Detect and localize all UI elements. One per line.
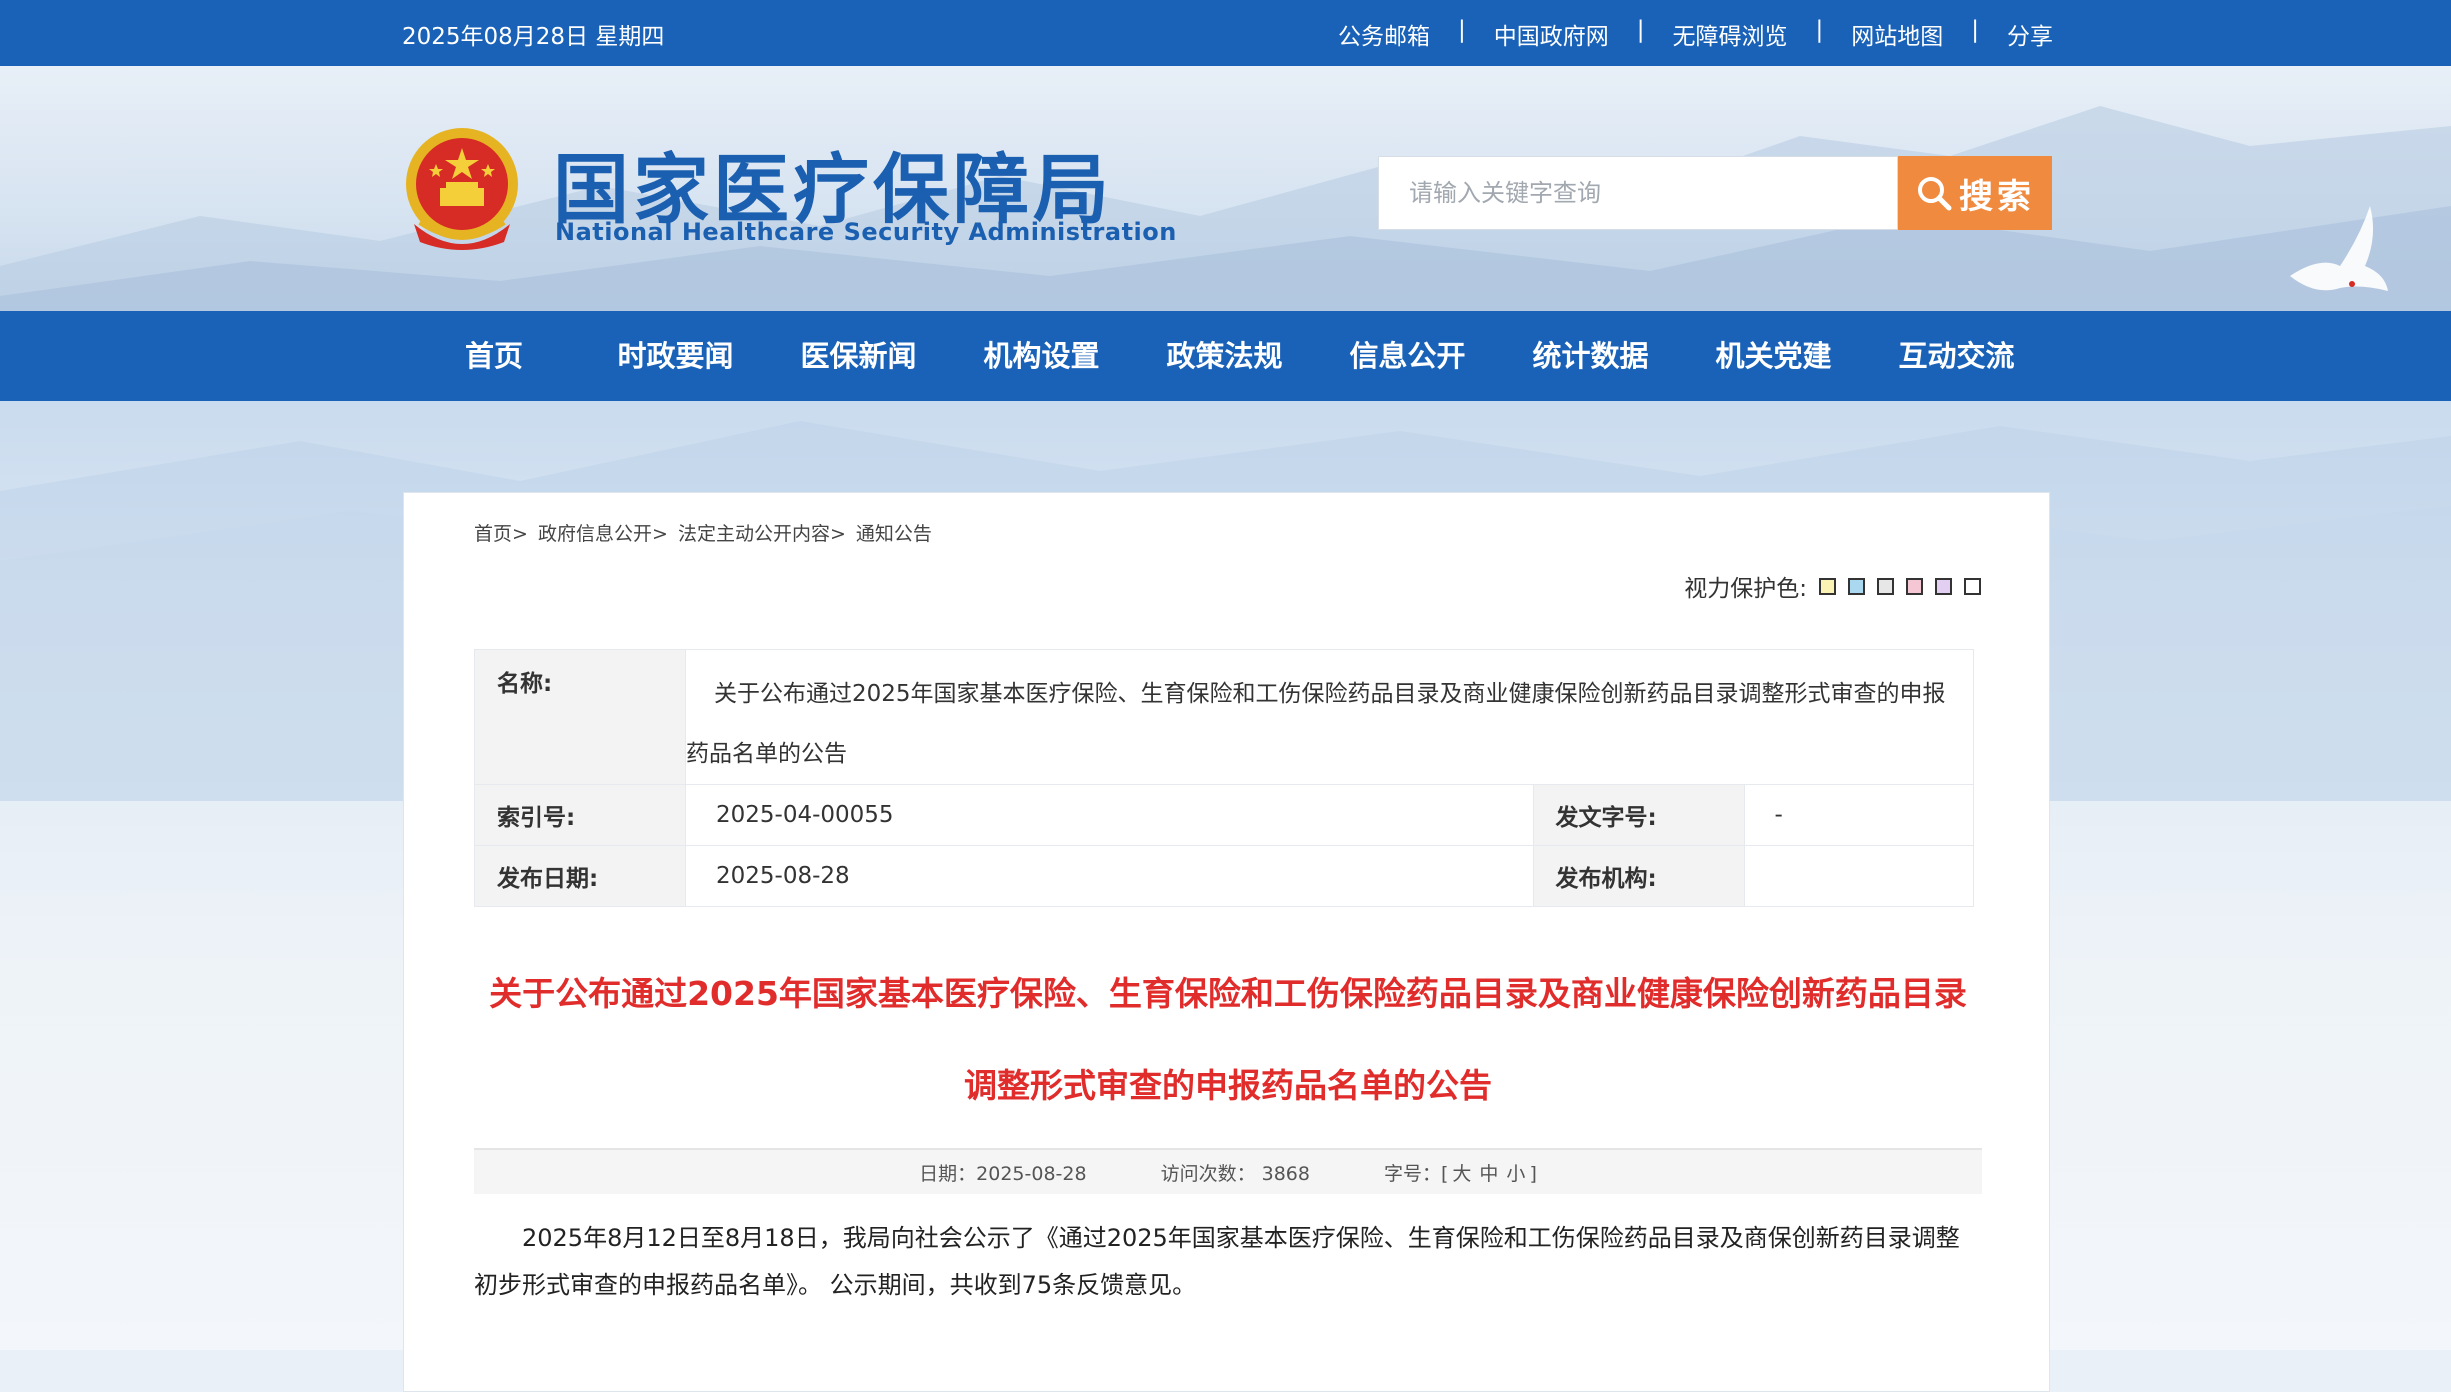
search-icon [1918,177,1952,211]
nav-item-information-disclosure[interactable]: 信息公开 [1316,311,1499,401]
top-utility-bar: 2025年08月28日 星期四 公务邮箱 | 中国政府网 | 无障碍浏览 | 网… [0,0,2451,66]
meta-name-value: 关于公布通过2025年国家基本医疗保险、生育保险和工伤保险药品目录及商业健康保险… [685,649,1974,785]
site-logo-english[interactable]: National Healthcare Security Administrat… [555,218,1177,246]
color-swatch-purple[interactable] [1935,577,1952,595]
article-body-paragraph: 2025年8月12日至8月18日，我局向社会公示了《通过2025年国家基本医疗保… [474,1224,1960,1299]
document-metadata-table: 名称: 关于公布通过2025年国家基本医疗保险、生育保险和工伤保险药品目录及商业… [474,649,1974,907]
color-swatch-blue[interactable] [1848,577,1865,595]
article-info-bar: 日期：2025-08-28 访问次数： 3868 字号：[大中小] [474,1148,1982,1194]
breadcrumb-notices[interactable]: 通知公告 [856,523,932,545]
link-official-email[interactable]: 公务邮箱 [1338,17,1430,51]
color-swatch-white[interactable] [1964,577,1981,595]
font-size-small[interactable]: 小 [1506,1163,1525,1185]
nav-item-home[interactable]: 首页 [404,311,584,401]
link-share[interactable]: 分享 [2007,17,2053,51]
color-swatch-yellow[interactable] [1819,577,1836,595]
color-swatch-pink[interactable] [1906,577,1923,595]
meta-index-label: 索引号: [474,784,686,846]
main-nav: 首页 时政要闻 医保新闻 机构设置 政策法规 信息公开 统计数据 机关党建 互动… [0,311,2451,401]
font-size-control: 字号：[大中小] [1384,1159,1537,1186]
link-gov-cn[interactable]: 中国政府网 [1494,17,1609,51]
article-title-line: 调整形式审查的申报药品名单的公告 [964,1066,1492,1105]
article-card: 首页> 政府信息公开> 法定主动公开内容> 通知公告 视力保护色: 名称: 关于… [403,492,2050,1392]
nav-item-politics-news[interactable]: 时政要闻 [584,311,767,401]
meta-date-value: 2025-08-28 [685,845,1534,907]
separator: | [1458,17,1466,43]
article-date: 日期：2025-08-28 [919,1162,1087,1185]
meta-date-label: 发布日期: [474,845,686,907]
font-size-label: 字号：[ [1383,1162,1449,1185]
utility-links: 公务邮箱 | 中国政府网 | 无障碍浏览 | 网站地图 | 分享 [1338,17,2053,51]
meta-docno-label: 发文字号: [1532,784,1745,846]
breadcrumb: 首页> 政府信息公开> 法定主动公开内容> 通知公告 [474,519,936,546]
nav-item-interaction[interactable]: 互动交流 [1865,311,2048,401]
font-size-medium[interactable]: 中 [1479,1163,1498,1185]
meta-org-value [1743,845,1974,907]
eye-protection-colors: 视力保护色: [1684,569,1981,603]
separator: | [1815,17,1824,43]
search-button-label: 搜索 [1959,176,2035,217]
current-date: 2025年08月28日 星期四 [402,24,665,50]
eye-protection-label: 视力保护色: [1684,576,1807,602]
article-view-count: 访问次数： 3868 [1160,1162,1310,1185]
nav-item-statistics[interactable]: 统计数据 [1499,311,1682,401]
site-header: 国家医疗保障局 National Healthcare Security Adm… [0,66,2451,311]
separator: | [1971,17,1979,43]
dove-icon [2290,206,2388,291]
breadcrumb-home[interactable]: 首页> [474,523,528,545]
nav-item-organization[interactable]: 机构设置 [950,311,1133,401]
separator: | [1636,17,1645,43]
link-sitemap[interactable]: 网站地图 [1851,17,1943,51]
breadcrumb-statutory[interactable]: 法定主动公开内容> [678,523,846,545]
article-title: 关于公布通过2025年国家基本医疗保险、生育保险和工伤保险药品目录及商业健康保险… [474,948,1982,1132]
meta-name-label: 名称: [474,649,686,785]
search-button[interactable]: 搜索 [1898,156,2052,230]
font-size-large[interactable]: 大 [1452,1163,1471,1185]
meta-org-label: 发布机构: [1532,845,1745,907]
nav-item-policies[interactable]: 政策法规 [1133,311,1316,401]
color-swatch-gray[interactable] [1877,577,1894,595]
article-title-line: 关于公布通过2025年国家基本医疗保险、生育保险和工伤保险药品目录及商业健康保险… [489,974,1967,1013]
meta-docno-value: - [1743,784,1974,846]
link-accessibility[interactable]: 无障碍浏览 [1673,17,1788,51]
meta-index-value: 2025-04-00055 [685,784,1534,846]
search-input[interactable] [1378,156,1898,230]
breadcrumb-gov-info[interactable]: 政府信息公开> [538,523,668,545]
font-size-close: ] [1529,1162,1537,1185]
national-emblem-icon [406,128,518,250]
nav-item-party-building[interactable]: 机关党建 [1682,311,1865,401]
mountain-background [0,106,2451,311]
nav-item-healthcare-news[interactable]: 医保新闻 [767,311,950,401]
